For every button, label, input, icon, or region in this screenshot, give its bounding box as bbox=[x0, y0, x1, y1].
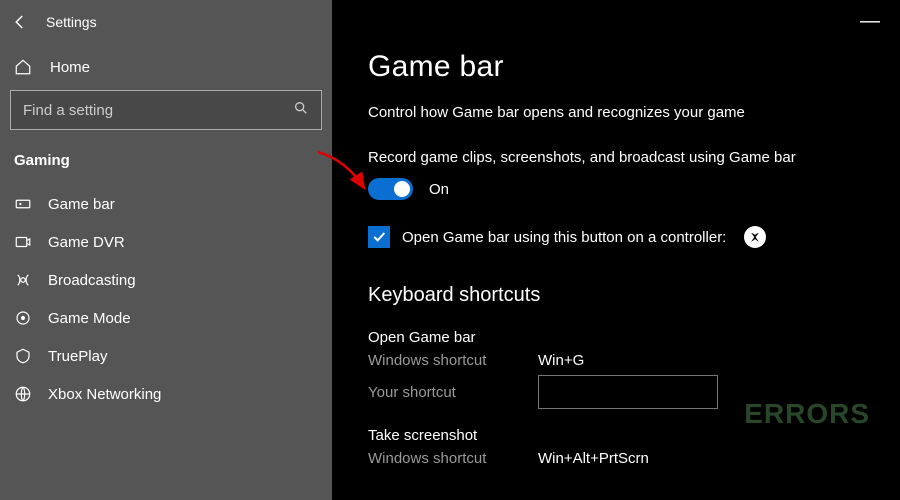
your-shortcut-input[interactable] bbox=[538, 375, 718, 409]
record-toggle[interactable] bbox=[368, 178, 413, 200]
shortcut-group-open-game-bar: Open Game bar Windows shortcut Win+G You… bbox=[368, 329, 900, 409]
broadcast-icon bbox=[14, 271, 32, 289]
category-header: Gaming bbox=[0, 142, 332, 185]
minimize-button[interactable]: — bbox=[860, 10, 880, 33]
sidebar-item-broadcasting[interactable]: Broadcasting bbox=[0, 261, 332, 299]
sidebar-item-trueplay[interactable]: TruePlay bbox=[0, 337, 332, 375]
dvr-icon bbox=[14, 233, 32, 251]
toggle-knob bbox=[394, 181, 410, 197]
win-shortcut-label: Windows shortcut bbox=[368, 352, 538, 369]
win-shortcut-value: Win+G bbox=[538, 352, 584, 369]
sidebar-item-label: Xbox Networking bbox=[48, 386, 161, 403]
record-toggle-row: On bbox=[368, 178, 900, 200]
sidebar-item-label: Game bar bbox=[48, 196, 115, 213]
sidebar: Settings Home Gaming Game bar Game DVR B… bbox=[0, 0, 332, 500]
sidebar-item-label: Game DVR bbox=[48, 234, 125, 251]
home-label: Home bbox=[50, 59, 90, 76]
shortcut-title: Open Game bar bbox=[368, 329, 900, 346]
game-bar-icon bbox=[14, 195, 32, 213]
xbox-icon bbox=[744, 226, 766, 248]
sidebar-item-game-bar[interactable]: Game bar bbox=[0, 185, 332, 223]
sidebar-item-label: Game Mode bbox=[48, 310, 131, 327]
win-shortcut-label: Windows shortcut bbox=[368, 450, 538, 467]
controller-checkbox[interactable] bbox=[368, 226, 390, 248]
xbox-networking-icon bbox=[14, 385, 32, 403]
watermark: ERRORS bbox=[744, 398, 870, 430]
sidebar-item-xbox-networking[interactable]: Xbox Networking bbox=[0, 375, 332, 413]
window-title: Settings bbox=[46, 14, 97, 30]
search-icon bbox=[293, 100, 309, 121]
sidebar-item-label: TruePlay bbox=[48, 348, 107, 365]
titlebar: Settings bbox=[0, 6, 332, 48]
game-mode-icon bbox=[14, 309, 32, 327]
home-row[interactable]: Home bbox=[0, 48, 332, 90]
sidebar-item-game-mode[interactable]: Game Mode bbox=[0, 299, 332, 337]
trueplay-icon bbox=[14, 347, 32, 365]
page-description: Control how Game bar opens and recognize… bbox=[368, 104, 900, 121]
home-icon bbox=[14, 58, 32, 76]
sidebar-item-label: Broadcasting bbox=[48, 272, 136, 289]
your-shortcut-label: Your shortcut bbox=[368, 384, 538, 401]
toggle-state-label: On bbox=[429, 181, 449, 198]
sidebar-item-game-dvr[interactable]: Game DVR bbox=[0, 223, 332, 261]
controller-checkbox-label: Open Game bar using this button on a con… bbox=[402, 229, 726, 246]
back-button[interactable] bbox=[10, 12, 30, 32]
win-shortcut-value: Win+Alt+PrtScrn bbox=[538, 450, 649, 467]
record-label: Record game clips, screenshots, and broa… bbox=[368, 149, 900, 166]
shortcuts-heading: Keyboard shortcuts bbox=[368, 284, 900, 307]
search-box[interactable] bbox=[10, 90, 322, 130]
controller-checkbox-row: Open Game bar using this button on a con… bbox=[368, 226, 900, 248]
page-title: Game bar bbox=[368, 50, 900, 84]
shortcut-group-take-screenshot: Take screenshot Windows shortcut Win+Alt… bbox=[368, 427, 900, 467]
search-input[interactable] bbox=[23, 102, 266, 119]
